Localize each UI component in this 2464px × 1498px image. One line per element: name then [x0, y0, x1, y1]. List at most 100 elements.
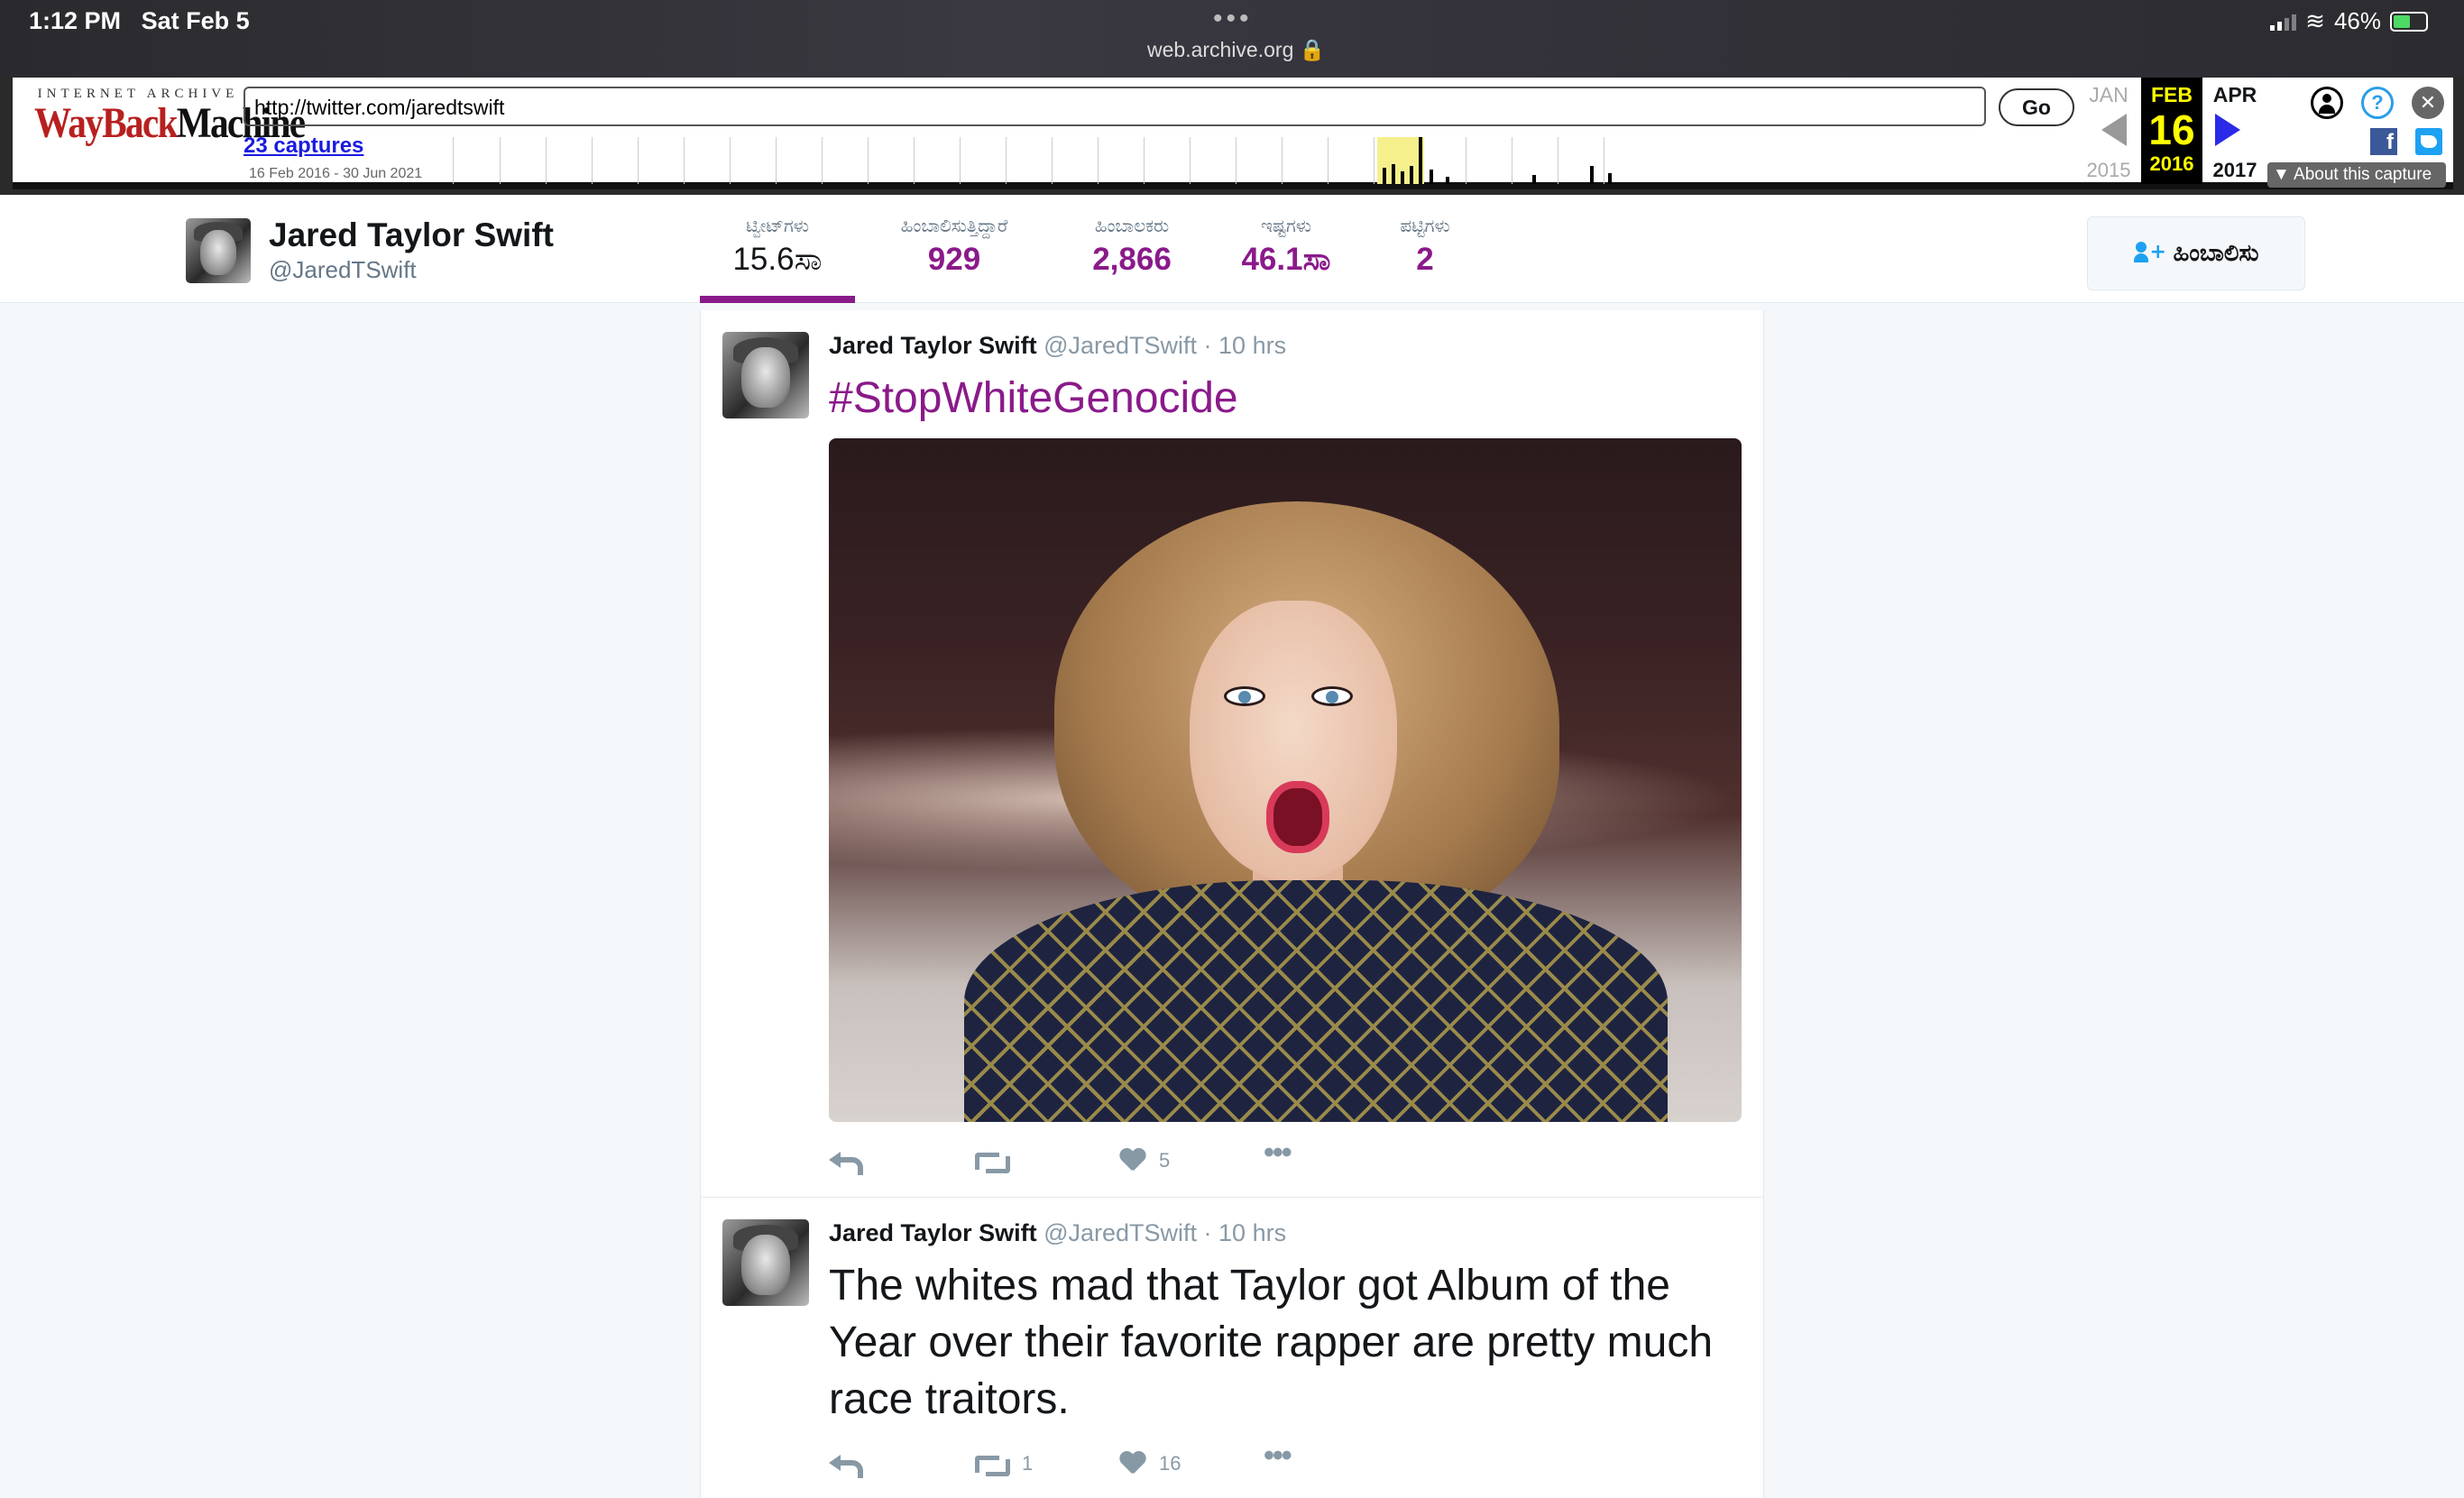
- wayback-toolbar-inner: INTERNET ARCHIVE WayBackMachine http://t…: [13, 78, 2453, 189]
- sparkline-year-tick: [914, 137, 915, 184]
- battery-charging-icon: [2390, 11, 2428, 32]
- sparkline-year-tick: [1006, 137, 1007, 184]
- prev-month-label[interactable]: JAN: [2078, 83, 2139, 107]
- current-month: FEB: [2151, 83, 2193, 106]
- about-capture-button[interactable]: ▼ About this capture: [2267, 162, 2446, 188]
- wayback-logo[interactable]: INTERNET ARCHIVE WayBackMachine: [34, 87, 306, 147]
- close-icon[interactable]: ✕: [2412, 87, 2444, 119]
- cellular-signal-icon: [2270, 13, 2297, 31]
- retweet-count: 1: [1022, 1452, 1034, 1475]
- wayback-toolbar: INTERNET ARCHIVE WayBackMachine http://t…: [0, 78, 2464, 195]
- tweet-meta[interactable]: @JaredTSwift · 10 hrs: [1044, 332, 1286, 359]
- follow-user-icon: +: [2133, 242, 2166, 265]
- sparkline-year-tick: [1144, 137, 1145, 184]
- sparkline-year-tick: [1052, 137, 1053, 184]
- prev-capture-arrow-icon[interactable]: [2101, 114, 2127, 146]
- tweet-author-name[interactable]: Jared Taylor Swift: [829, 1219, 1037, 1246]
- sparkline-year-tick: [1282, 137, 1283, 184]
- sparkline-year-tick: [592, 137, 593, 184]
- multitask-dots[interactable]: •••: [1213, 4, 1253, 34]
- follow-label: ಹಿಂಬಾಲಿಸು: [2173, 239, 2259, 267]
- current-capture-date: FEB 16 2016: [2141, 78, 2202, 184]
- wayback-logo-wordmark: WayBackMachine: [34, 99, 306, 147]
- twitter-share-icon[interactable]: [2415, 128, 2442, 155]
- reply-button[interactable]: [829, 1452, 863, 1478]
- stat-followers[interactable]: ಹಿಂಬಾಲಕರು 2,866: [1064, 215, 1200, 278]
- like-button[interactable]: 16: [1119, 1452, 1181, 1475]
- like-count: 16: [1159, 1452, 1181, 1475]
- active-tab-indicator: [700, 296, 855, 303]
- sparkline-capture-bar: [1430, 170, 1433, 184]
- sparkline-year-tick: [776, 137, 777, 184]
- wayback-go-button[interactable]: Go: [1999, 88, 2074, 126]
- tweet-meta[interactable]: @JaredTSwift · 10 hrs: [1044, 1219, 1286, 1246]
- retweet-icon: [973, 1149, 1010, 1173]
- heart-icon: [1119, 1452, 1146, 1475]
- sparkline-year-tick: [868, 137, 869, 184]
- like-button[interactable]: 5: [1119, 1149, 1170, 1172]
- tweet-avatar[interactable]: [722, 1219, 809, 1306]
- current-year: 2016: [2149, 152, 2194, 175]
- facebook-share-icon[interactable]: f: [2370, 128, 2397, 155]
- sparkline-year-tick: [638, 137, 639, 184]
- tweet-item[interactable]: Jared Taylor Swift @JaredTSwift · 10 hrs…: [701, 1198, 1763, 1498]
- tweet-hashtag[interactable]: #StopWhiteGenocide: [829, 370, 1749, 427]
- retweet-icon: [973, 1452, 1010, 1476]
- captures-sparkline[interactable]: [453, 137, 1643, 184]
- tweet-header: Jared Taylor Swift @JaredTSwift · 10 hrs: [829, 332, 1286, 360]
- sparkline-year-tick: [1328, 137, 1329, 184]
- sparkline-capture-bar: [1446, 177, 1449, 184]
- address-bar-url[interactable]: web.archive.org 🔒: [1147, 38, 1325, 62]
- profile-nav-bar: Jared Taylor Swift @JaredTSwift ಟ್ವೀಟ್‌ಗ…: [0, 195, 2464, 303]
- prev-year-label[interactable]: 2015: [2078, 159, 2139, 182]
- next-year-label[interactable]: 2017: [2204, 159, 2266, 182]
- sparkline-capture-bar: [1392, 164, 1395, 184]
- tweet-photo[interactable]: [829, 438, 1742, 1122]
- reply-icon: [829, 1452, 863, 1478]
- profile-avatar[interactable]: [186, 218, 251, 283]
- tweet-header: Jared Taylor Swift @JaredTSwift · 10 hrs: [829, 1219, 1286, 1247]
- sparkline-year-tick: [730, 137, 731, 184]
- wifi-icon: ≋: [2305, 7, 2325, 34]
- sparkline-capture-bar: [1608, 173, 1612, 184]
- sparkline-year-tick: [1098, 137, 1099, 184]
- more-icon: •••: [1264, 1135, 1292, 1170]
- sparkline-capture-bar: [1383, 168, 1386, 184]
- more-button[interactable]: •••: [1264, 1135, 1292, 1170]
- sparkline-year-tick: [1374, 137, 1375, 184]
- profile-name[interactable]: Jared Taylor Swift: [269, 216, 554, 254]
- wayback-url-input[interactable]: http://twitter.com/jaredtswift: [244, 87, 1986, 126]
- next-month-label[interactable]: APR: [2204, 83, 2266, 107]
- captures-link[interactable]: 23 captures: [244, 133, 363, 159]
- tweet-avatar[interactable]: [722, 332, 809, 418]
- stat-likes[interactable]: ಇಷ್ಟಗಳು 46.1ಸಾ: [1227, 215, 1346, 278]
- sparkline-year-tick: [500, 137, 501, 184]
- sparkline-year-tick: [960, 137, 961, 184]
- follow-button[interactable]: + ಹಿಂಬಾಲಿಸು: [2087, 216, 2305, 290]
- sparkline-capture-bar: [1401, 171, 1404, 184]
- profile-handle[interactable]: @JaredTSwift: [269, 256, 417, 284]
- stat-following[interactable]: ಹಿಂಬಾಲಿಸುತ್ತಿದ್ದಾರೆ 929: [873, 215, 1035, 278]
- more-button[interactable]: •••: [1264, 1438, 1292, 1473]
- tweet-author-name[interactable]: Jared Taylor Swift: [829, 332, 1037, 359]
- help-icon[interactable]: ?: [2361, 87, 2394, 119]
- sparkline-year-tick: [1236, 137, 1237, 184]
- next-capture-arrow-icon[interactable]: [2215, 114, 2240, 146]
- tweet-item[interactable]: Jared Taylor Swift @JaredTSwift · 10 hrs…: [701, 310, 1763, 1198]
- stat-tweets[interactable]: ಟ್ವೀಟ್‌ಗಳು 15.6ಸಾ: [700, 215, 855, 278]
- sparkline-year-tick: [684, 137, 685, 184]
- status-time: 1:12 PM Sat Feb 5: [29, 7, 250, 34]
- more-icon: •••: [1264, 1438, 1292, 1473]
- like-count: 5: [1159, 1149, 1171, 1172]
- user-account-icon[interactable]: [2311, 87, 2343, 119]
- tweet-timeline: Jared Taylor Swift @JaredTSwift · 10 hrs…: [700, 310, 1764, 1498]
- reply-button[interactable]: [829, 1149, 863, 1175]
- heart-icon: [1119, 1149, 1146, 1172]
- retweet-button[interactable]: [973, 1149, 1022, 1173]
- status-bar: 1:12 PM Sat Feb 5 ••• web.archive.org 🔒 …: [0, 0, 2464, 78]
- sparkline-year-tick: [1190, 137, 1191, 184]
- stat-lists[interactable]: ಪಟ್ಟಿಗಳು 2: [1380, 215, 1470, 278]
- retweet-button[interactable]: 1: [973, 1452, 1034, 1476]
- sparkline-capture-bar: [1590, 166, 1594, 184]
- reply-icon: [829, 1149, 863, 1175]
